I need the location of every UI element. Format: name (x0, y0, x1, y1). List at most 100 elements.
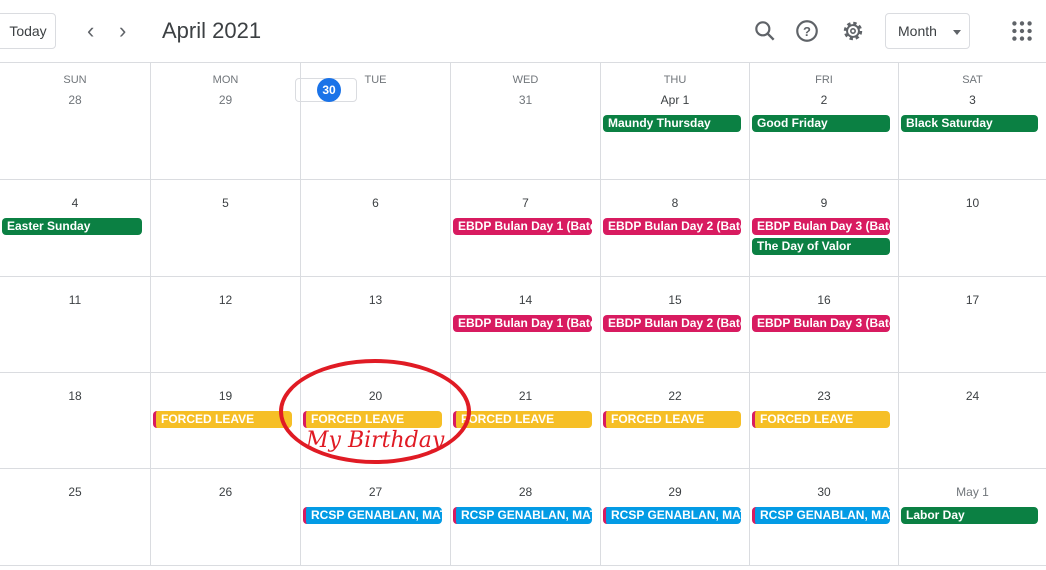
day-cell[interactable]: THU Apr 1 Maundy Thursday (600, 63, 749, 179)
today-button[interactable]: Today (0, 13, 56, 49)
day-cell[interactable]: 29 RCSP GENABLAN, MAT (600, 469, 749, 565)
event-chip[interactable]: EBDP Bulan Day 2 (Batch (603, 218, 741, 235)
day-cell[interactable]: 6 (300, 180, 450, 276)
day-number[interactable]: 27 (364, 480, 388, 504)
day-number[interactable]: 29 (663, 480, 687, 504)
help-icon[interactable]: ? (794, 18, 820, 44)
day-number[interactable]: 10 (961, 191, 985, 215)
day-cell[interactable]: 26 (150, 469, 300, 565)
day-cell[interactable]: 17 (898, 277, 1046, 372)
day-cell[interactable]: 14 EBDP Bulan Day 1 (Batch (450, 277, 600, 372)
day-number[interactable]: 29 (214, 88, 238, 112)
next-month-button[interactable]: › (119, 18, 126, 44)
day-number[interactable]: 15 (663, 288, 687, 312)
day-number[interactable]: 17 (961, 288, 985, 312)
day-number[interactable]: 4 (63, 191, 87, 215)
day-cell[interactable]: FRI 2 Good Friday (749, 63, 898, 179)
day-number[interactable]: 6 (364, 191, 388, 215)
day-number[interactable]: 13 (364, 288, 388, 312)
week-row: 25 26 27 RCSP GENABLAN, MAT 28 RCSP GENABLAN,… (0, 469, 1046, 566)
settings-icon[interactable] (840, 18, 866, 44)
day-cell[interactable]: 22 FORCED LEAVE (600, 373, 749, 468)
day-number[interactable]: 18 (63, 384, 87, 408)
event-chip[interactable]: RCSP GENABLAN, MAT (453, 507, 592, 524)
page-title: April 2021 (162, 18, 262, 43)
event-chip[interactable]: Labor Day (901, 507, 1038, 524)
event-chip[interactable]: EBDP Bulan Day 2 (Batch (603, 315, 741, 332)
day-number[interactable]: 5 (214, 191, 238, 215)
day-cell[interactable]: 24 (898, 373, 1046, 468)
day-cell[interactable]: SUN 28 (0, 63, 150, 179)
apps-grid-icon[interactable] (1009, 18, 1035, 44)
day-cell[interactable]: 21 FORCED LEAVE (450, 373, 600, 468)
day-cell[interactable]: 13 (300, 277, 450, 372)
event-chip[interactable]: EBDP Bulan Day 1 (Batch (453, 218, 592, 235)
day-cell[interactable]: SAT 3 Black Saturday (898, 63, 1046, 179)
day-number[interactable]: 28 (514, 480, 538, 504)
day-number[interactable]: 31 (514, 88, 538, 112)
day-number[interactable]: 9 (812, 191, 836, 215)
day-number[interactable]: 30 (317, 78, 341, 102)
event-chip[interactable]: Good Friday (752, 115, 890, 132)
day-number[interactable]: 23 (812, 384, 836, 408)
prev-month-button[interactable]: ‹ (87, 18, 94, 44)
day-cell[interactable]: 30 RCSP GENABLAN, MAT (749, 469, 898, 565)
day-number[interactable]: 16 (812, 288, 836, 312)
day-cell[interactable]: 28 RCSP GENABLAN, MAT (450, 469, 600, 565)
event-chip[interactable]: EBDP Bulan Day 3 (Batch (752, 315, 890, 332)
event-chip[interactable]: FORCED LEAVE (752, 411, 890, 428)
day-number[interactable]: May 1 (956, 480, 989, 504)
day-number[interactable]: 21 (514, 384, 538, 408)
day-cell[interactable]: 27 RCSP GENABLAN, MAT (300, 469, 450, 565)
day-cell[interactable]: 9 EBDP Bulan Day 3 (Batch The Day of Valor (749, 180, 898, 276)
event-chip[interactable]: EBDP Bulan Day 3 (Batch (752, 218, 890, 235)
search-icon[interactable] (752, 18, 778, 44)
event-chip[interactable]: The Day of Valor (752, 238, 890, 255)
day-number[interactable]: 22 (663, 384, 687, 408)
day-number[interactable]: 28 (63, 88, 87, 112)
day-number[interactable]: 26 (214, 480, 238, 504)
event-chip[interactable]: RCSP GENABLAN, MAT (603, 507, 741, 524)
day-cell[interactable]: 19 FORCED LEAVE (150, 373, 300, 468)
weekday-label: MON (212, 74, 239, 86)
event-chip[interactable]: FORCED LEAVE (453, 411, 592, 428)
day-cell[interactable]: 11 (0, 277, 150, 372)
day-cell[interactable]: 12 (150, 277, 300, 372)
day-cell[interactable]: 25 (0, 469, 150, 565)
day-cell[interactable]: MON 29 (150, 63, 300, 179)
day-number[interactable]: Apr 1 (661, 88, 690, 112)
day-number[interactable]: 11 (63, 288, 87, 312)
day-cell[interactable]: 10 (898, 180, 1046, 276)
event-chip[interactable]: Maundy Thursday (603, 115, 741, 132)
day-cell[interactable]: 5 (150, 180, 300, 276)
event-chip[interactable]: RCSP GENABLAN, MAT (752, 507, 890, 524)
day-number[interactable]: 24 (961, 384, 985, 408)
day-number[interactable]: 19 (214, 384, 238, 408)
event-chip[interactable]: FORCED LEAVE (153, 411, 292, 428)
day-cell[interactable]: 8 EBDP Bulan Day 2 (Batch (600, 180, 749, 276)
day-number[interactable]: 8 (663, 191, 687, 215)
day-cell[interactable]: 15 EBDP Bulan Day 2 (Batch (600, 277, 749, 372)
event-chip[interactable]: Easter Sunday (2, 218, 142, 235)
day-cell[interactable]: 23 FORCED LEAVE (749, 373, 898, 468)
event-chip[interactable]: EBDP Bulan Day 1 (Batch (453, 315, 592, 332)
day-number[interactable]: 14 (514, 288, 538, 312)
day-number[interactable]: 12 (214, 288, 238, 312)
event-chip[interactable]: Black Saturday (901, 115, 1038, 132)
day-number[interactable]: 30 (812, 480, 836, 504)
day-number[interactable]: 7 (514, 191, 538, 215)
day-cell[interactable]: TUE 30 (295, 63, 450, 179)
event-chip[interactable]: RCSP GENABLAN, MAT (303, 507, 442, 524)
view-select[interactable]: Month (885, 13, 970, 49)
day-cell[interactable]: 18 (0, 373, 150, 468)
day-cell[interactable]: 7 EBDP Bulan Day 1 (Batch (450, 180, 600, 276)
weekday-label: SAT (962, 74, 983, 86)
day-number[interactable]: 25 (63, 480, 87, 504)
day-number[interactable]: 3 (961, 88, 985, 112)
event-chip[interactable]: FORCED LEAVE (603, 411, 741, 428)
day-cell[interactable]: WED 31 (450, 63, 600, 179)
day-cell[interactable]: May 1 Labor Day (898, 469, 1046, 565)
day-number[interactable]: 2 (812, 88, 836, 112)
day-cell[interactable]: 4 Easter Sunday (0, 180, 150, 276)
day-cell[interactable]: 16 EBDP Bulan Day 3 (Batch (749, 277, 898, 372)
